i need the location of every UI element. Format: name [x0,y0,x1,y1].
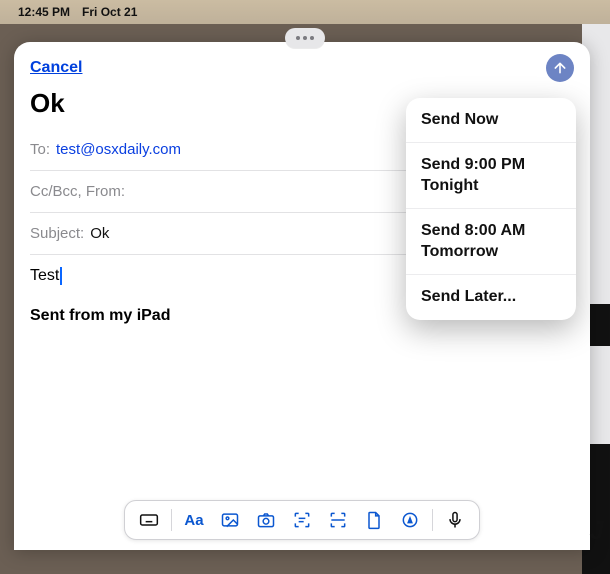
toolbar-separator [171,509,172,531]
text-format-button[interactable]: Aa [178,504,210,536]
camera-button[interactable] [250,504,282,536]
microphone-icon [445,510,465,530]
status-time: 12:45 PM [18,5,70,19]
format-toolbar: Aa [124,500,480,540]
send-schedule-menu: Send Now Send 9:00 PM Tonight Send 8:00 … [406,98,576,320]
ccbcc-label: Cc/Bcc, From: [30,183,125,200]
to-value[interactable]: test@osxdaily.com [56,141,181,158]
scan-doc-icon [328,510,348,530]
scan-text-icon [292,510,312,530]
cancel-button[interactable]: Cancel [30,59,82,77]
scan-document-button[interactable] [322,504,354,536]
document-icon [364,510,384,530]
text-cursor [60,267,62,285]
dictation-button[interactable] [439,504,471,536]
compose-sheet: Cancel Ok To: test@osxdaily.com Cc/Bcc, … [14,42,590,550]
format-aa-label: Aa [184,512,203,529]
markup-icon [400,510,420,530]
menu-item-send-tomorrow[interactable]: Send 8:00 AM Tomorrow [406,209,576,275]
arrow-up-icon [552,60,568,76]
status-date: Fri Oct 21 [82,5,137,19]
keyboard-button[interactable] [133,504,165,536]
body-text: Test [30,267,59,285]
camera-icon [256,510,276,530]
compose-topbar: Cancel [30,54,574,82]
photo-icon [220,510,240,530]
multitask-grabber[interactable] [285,28,325,48]
markup-button[interactable] [394,504,426,536]
photo-library-button[interactable] [214,504,246,536]
send-button[interactable] [546,54,574,82]
toolbar-separator [432,509,433,531]
subject-label: Subject: [30,225,84,242]
menu-item-send-tonight[interactable]: Send 9:00 PM Tonight [406,143,576,209]
scan-text-button[interactable] [286,504,318,536]
menu-item-send-later[interactable]: Send Later... [406,275,576,319]
menu-item-send-now[interactable]: Send Now [406,98,576,143]
subject-value[interactable]: Ok [90,225,109,242]
background-glyph: J [590,515,604,546]
attach-file-button[interactable] [358,504,390,536]
keyboard-icon [139,510,159,530]
to-label: To: [30,141,50,158]
status-bar: 12:45 PM Fri Oct 21 [0,0,610,24]
